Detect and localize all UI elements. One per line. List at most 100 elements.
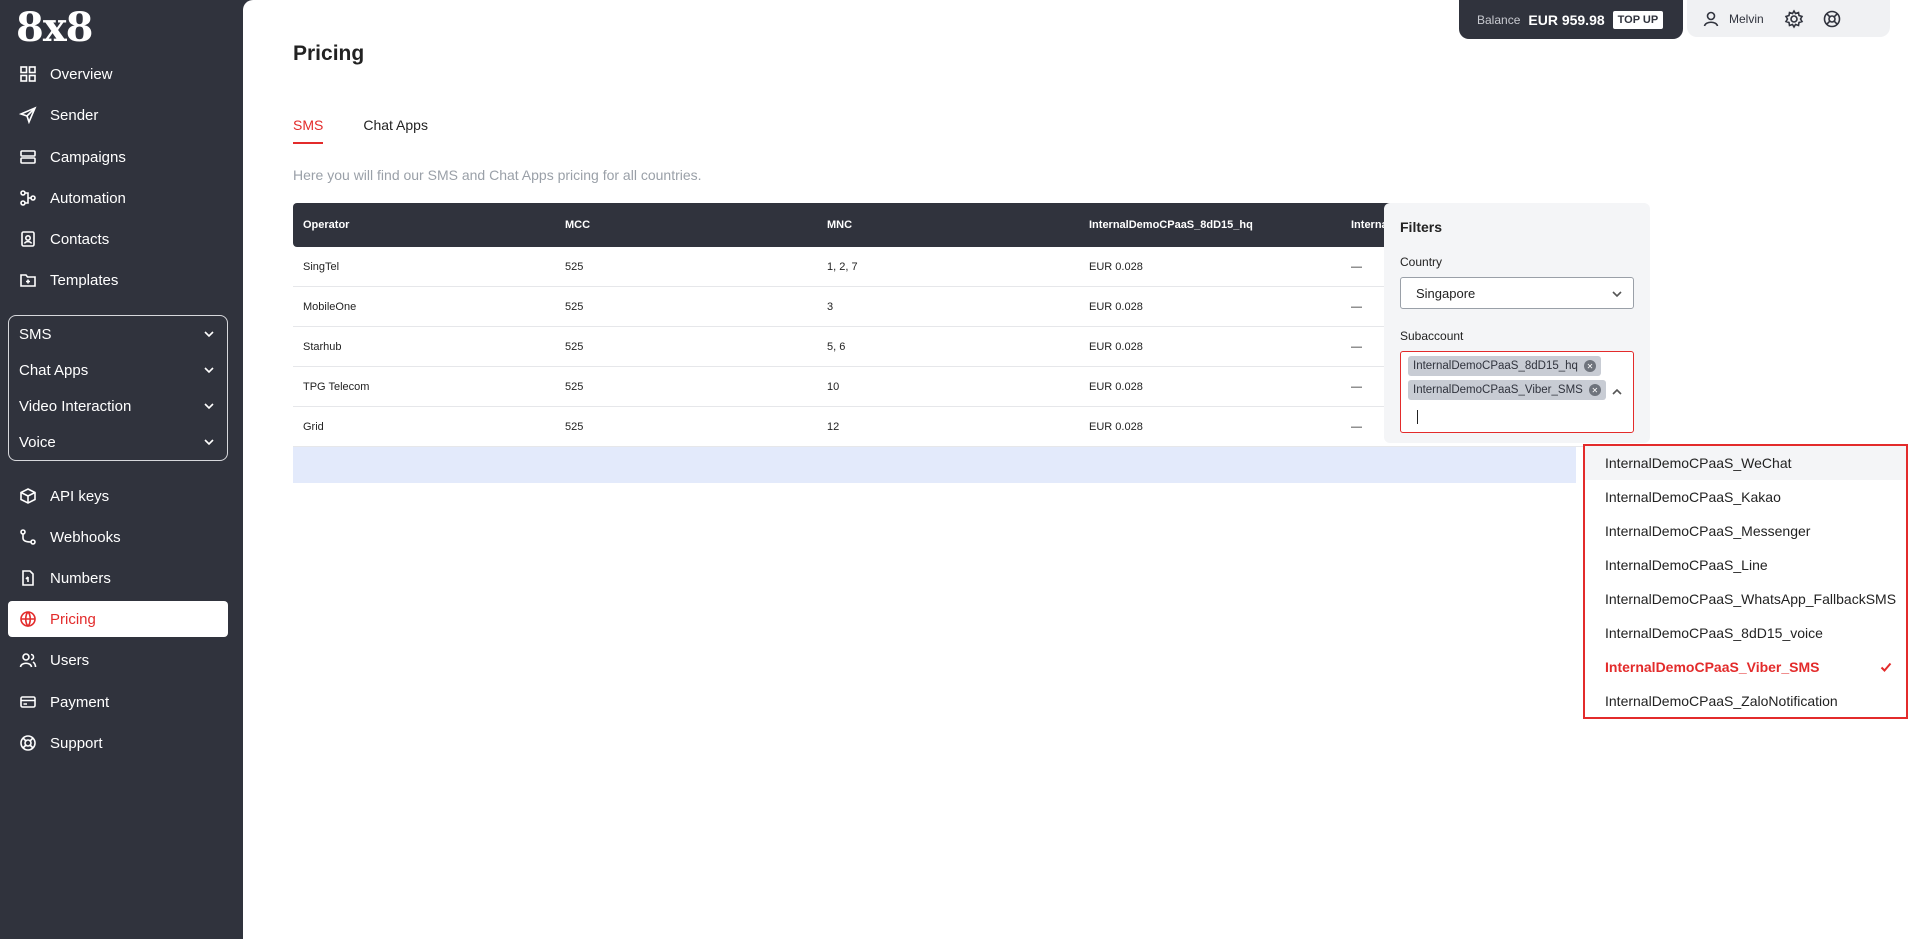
table-cell: 525 [565,340,584,353]
sidebar-item-campaigns[interactable]: Campaigns [8,139,228,175]
grid-icon [18,64,38,84]
balance-label: Balance [1477,12,1521,27]
sidebar-item-payment[interactable]: Payment [8,684,228,720]
automation-icon [18,188,38,208]
sidebar-group-sms[interactable]: SMS [9,316,226,352]
page-title: Pricing [293,42,365,65]
chevron-down-icon [204,331,214,338]
chevron-down-icon [204,367,214,374]
table-cell: 5, 6 [827,340,846,353]
table-cell: MobileOne [303,300,357,313]
sidebar-item-label: Payment [50,693,110,711]
sidebar-group-video-interaction[interactable]: Video Interaction [9,388,226,424]
tab-sms[interactable]: SMS [293,117,324,144]
sidebar-item-label: Campaigns [50,148,126,166]
column-header[interactable]: Operator [293,219,555,231]
sidebar-group-label: Video Interaction [19,397,132,415]
numbers-icon [18,568,38,588]
sidebar-group-chat-apps[interactable]: Chat Apps [9,352,226,388]
table-cell: EUR 0.028 [1089,260,1143,273]
column-header[interactable]: MNC [817,219,1079,231]
chip-label: InternalDemoCPaaS_Viber_SMS [1413,384,1583,396]
chevron-up-icon[interactable] [1611,386,1623,398]
support-icon [18,733,38,753]
column-header[interactable]: MCC [555,219,817,231]
sidebar-item-numbers[interactable]: Numbers [8,560,228,596]
table-cell: 3 [827,300,834,313]
sidebar-item-sender[interactable]: Sender [8,97,228,133]
country-select[interactable]: Singapore [1400,277,1634,309]
globe-icon [18,609,38,629]
column-header[interactable]: InternalDemoCPaaS_8dD15_hq [1079,219,1341,231]
user-bar: Melvin [1687,0,1890,37]
table-cell: 525 [565,300,584,313]
sidebar-group-voice[interactable]: Voice [9,424,226,460]
sidebar-item-support[interactable]: Support [8,725,228,761]
table-cell: 1, 2, 7 [827,260,858,273]
chevron-down-icon [204,439,214,446]
user-icon[interactable] [1701,9,1721,29]
table-cell: EUR 0.028 [1089,300,1143,313]
chevron-down-icon [1612,291,1622,298]
sidebar-group-label: Voice [19,433,56,451]
chevron-down-icon [204,403,214,410]
page-description: Here you will find our SMS and Chat Apps… [293,167,702,183]
dropdown-option-selected[interactable]: InternalDemoCPaaS_Viber_SMS [1585,650,1906,684]
card-icon [18,692,38,712]
table-cell: 525 [565,420,584,433]
subaccount-label: Subaccount [1400,329,1464,343]
sidebar: 8x8 Overview Sender Campaigns Automation… [0,0,243,939]
table-cell: 10 [827,380,840,393]
send-icon [18,105,38,125]
sidebar-item-webhooks[interactable]: Webhooks [8,519,228,555]
sidebar-item-label: Pricing [50,610,96,628]
table-row-placeholder [293,447,1576,483]
remove-chip-icon[interactable]: ✕ [1583,360,1596,372]
sidebar-item-users[interactable]: Users [8,642,228,678]
dropdown-option[interactable]: InternalDemoCPaaS_WhatsApp_FallbackSMS [1585,582,1906,616]
subaccount-chip: InternalDemoCPaaS_Viber_SMS ✕ [1408,380,1606,400]
dropdown-option[interactable]: InternalDemoCPaaS_Messenger [1585,514,1906,548]
sidebar-item-pricing[interactable]: Pricing [8,601,228,637]
remove-chip-icon[interactable]: ✕ [1588,384,1601,396]
gear-icon[interactable] [1784,8,1804,29]
top-up-button[interactable]: TOP UP [1612,10,1664,29]
sidebar-item-label: Support [50,734,103,752]
dropdown-option-label: InternalDemoCPaaS_Viber_SMS [1605,659,1820,675]
help-icon[interactable] [1822,9,1842,29]
sidebar-item-api-keys[interactable]: API keys [8,478,228,514]
filters-title: Filters [1400,219,1443,235]
table-cell: EUR 0.028 [1089,420,1143,433]
table-cell: EUR 0.028 [1089,340,1143,353]
dropdown-option[interactable]: InternalDemoCPaaS_8dD15_voice [1585,616,1906,650]
sidebar-item-templates[interactable]: Templates [8,262,228,298]
subaccount-chip: InternalDemoCPaaS_8dD15_hq ✕ [1408,356,1601,376]
campaign-icon [18,147,38,167]
sidebar-item-overview[interactable]: Overview [8,56,228,92]
tab-chat-apps[interactable]: Chat Apps [363,117,428,144]
user-name[interactable]: Melvin [1729,12,1764,26]
table-cell: EUR 0.028 [1089,380,1143,393]
balance-value: EUR 959.98 [1528,11,1605,28]
sidebar-item-automation[interactable]: Automation [8,180,228,216]
sidebar-group-label: SMS [19,325,52,343]
sidebar-item-contacts[interactable]: Contacts [8,221,228,257]
table-cell: 525 [565,380,584,393]
table-cell: Starhub [303,340,342,353]
dropdown-option[interactable]: InternalDemoCPaaS_Line [1585,548,1906,582]
sidebar-item-label: Automation [50,189,126,207]
text-caret[interactable] [1417,410,1418,424]
users-icon [18,650,38,670]
sidebar-group-label: Chat Apps [19,361,89,379]
balance-bar: Balance EUR 959.98 TOP UP [1459,0,1683,39]
dropdown-option[interactable]: InternalDemoCPaaS_Kakao [1585,480,1906,514]
dropdown-option[interactable]: InternalDemoCPaaS_ZaloNotification [1585,684,1906,718]
sidebar-item-label: Templates [50,271,119,289]
subaccount-multiselect[interactable]: InternalDemoCPaaS_8dD15_hq ✕ InternalDem… [1400,351,1634,433]
dropdown-option[interactable]: InternalDemoCPaaS_WeChat [1585,446,1906,480]
country-value: Singapore [1416,285,1476,301]
subaccount-dropdown: InternalDemoCPaaS_WeChat InternalDemoCPa… [1583,444,1908,719]
contacts-icon [18,229,38,249]
checkmark-icon [1880,662,1892,672]
table-cell: TPG Telecom [303,380,370,393]
